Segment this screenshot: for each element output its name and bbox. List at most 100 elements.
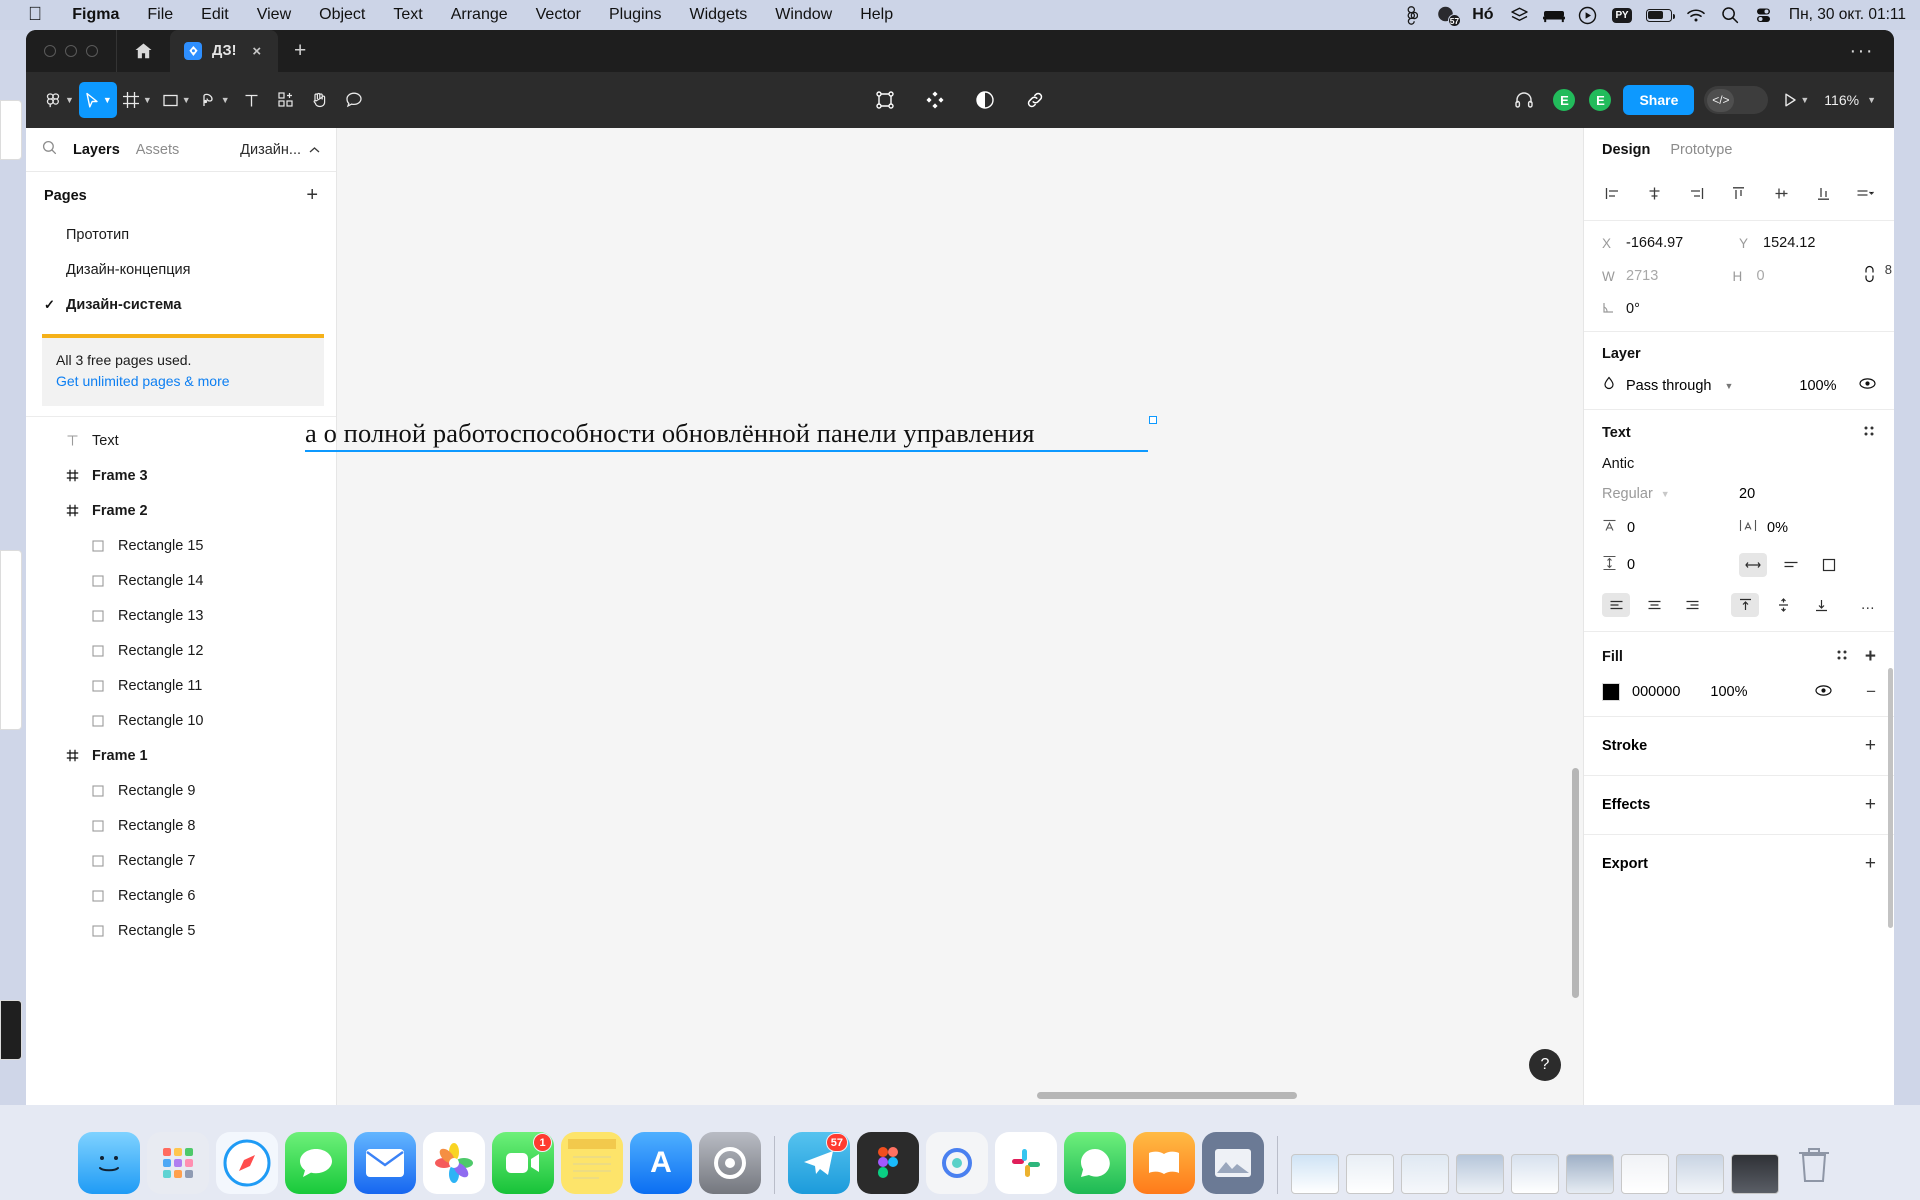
auto-height-icon[interactable] bbox=[1777, 553, 1805, 577]
align-left-icon[interactable] bbox=[1598, 180, 1626, 206]
right-panel-scrollbar[interactable] bbox=[1888, 668, 1893, 928]
fill-opacity-value[interactable]: 100% bbox=[1710, 684, 1747, 700]
layer-item-rectangle-6[interactable]: Rectangle 6 bbox=[26, 878, 336, 913]
page-item-prototype[interactable]: ✓ Прототип bbox=[26, 217, 336, 252]
close-tab-icon[interactable]: × bbox=[252, 43, 261, 60]
frame-tool-button[interactable]: ▼ bbox=[117, 82, 157, 118]
close-window-button[interactable] bbox=[44, 45, 56, 57]
y-field[interactable]: Y 1524.12 bbox=[1739, 235, 1876, 251]
fill-hex-value[interactable]: 000000 bbox=[1632, 684, 1680, 700]
align-vertical-center-icon[interactable] bbox=[1767, 180, 1795, 206]
tab-layers[interactable]: Layers bbox=[73, 142, 120, 158]
figma-main-menu-button[interactable]: ▼ bbox=[40, 82, 79, 118]
menu-help[interactable]: Help bbox=[846, 0, 907, 30]
dock-item-facetime[interactable]: 1 bbox=[492, 1132, 554, 1194]
dock-item-telegram[interactable]: 57 bbox=[788, 1132, 850, 1194]
dock-item-launchpad[interactable] bbox=[147, 1132, 209, 1194]
chevron-down-icon[interactable]: ▼ bbox=[143, 95, 152, 105]
layer-item-rectangle-5[interactable]: Rectangle 5 bbox=[26, 913, 336, 948]
file-tab[interactable]: ДЗ! × bbox=[170, 30, 278, 72]
letter-spacing-field[interactable]: 0 bbox=[1602, 518, 1739, 537]
components-icon[interactable] bbox=[918, 82, 952, 118]
fill-color-swatch[interactable] bbox=[1602, 683, 1620, 701]
menu-bar-clock[interactable]: Пн, 30 окт. 01:11 bbox=[1781, 6, 1906, 24]
menu-figma[interactable]: Figma bbox=[58, 0, 133, 30]
align-text-top-icon[interactable] bbox=[1731, 593, 1760, 617]
dock-item-whatsapp[interactable] bbox=[1064, 1132, 1126, 1194]
dock-item-slack[interactable] bbox=[995, 1132, 1057, 1194]
page-item-design-concept[interactable]: ✓ Дизайн-концепция bbox=[26, 252, 336, 287]
layer-item-rectangle-7[interactable]: Rectangle 7 bbox=[26, 843, 336, 878]
chevron-down-icon[interactable]: ▼ bbox=[221, 95, 230, 105]
dock-item-app-store[interactable]: A bbox=[630, 1132, 692, 1194]
align-horizontal-center-icon[interactable] bbox=[1640, 180, 1668, 206]
search-icon[interactable] bbox=[42, 140, 57, 159]
stacks-icon[interactable] bbox=[1503, 0, 1537, 30]
help-button[interactable]: ? bbox=[1529, 1049, 1561, 1081]
width-field[interactable]: W 2713 bbox=[1602, 268, 1733, 284]
notification-badge-icon[interactable]: 57 bbox=[1429, 0, 1463, 30]
minimized-window-2[interactable] bbox=[1346, 1154, 1394, 1194]
text-more-options-icon[interactable]: … bbox=[1861, 597, 1877, 613]
text-styles-icon[interactable] bbox=[1862, 424, 1876, 442]
battery-icon[interactable] bbox=[1639, 0, 1679, 30]
dock-item-preview[interactable] bbox=[1202, 1132, 1264, 1194]
layer-item-rectangle-14[interactable]: Rectangle 14 bbox=[26, 563, 336, 598]
home-tab-button[interactable] bbox=[116, 30, 170, 72]
link-icon[interactable] bbox=[1018, 82, 1052, 118]
align-right-icon[interactable] bbox=[1683, 180, 1711, 206]
x-field[interactable]: X -1664.97 bbox=[1602, 235, 1739, 251]
blend-mode-value[interactable]: Pass through bbox=[1626, 378, 1711, 394]
fill-visibility-icon[interactable] bbox=[1815, 684, 1832, 701]
add-fill-button[interactable]: + bbox=[1865, 646, 1876, 668]
design-canvas[interactable]: а о полной работоспособности обновлённой… bbox=[305, 128, 1583, 1105]
minimized-window-4[interactable] bbox=[1456, 1154, 1504, 1194]
contrast-icon[interactable] bbox=[968, 82, 1002, 118]
comment-tool-button[interactable] bbox=[337, 82, 371, 118]
distribute-menu-icon[interactable] bbox=[1852, 180, 1880, 206]
dock-item-figma[interactable] bbox=[857, 1132, 919, 1194]
chevron-down-icon[interactable]: ▼ bbox=[182, 95, 191, 105]
canvas-horizontal-scrollbar[interactable] bbox=[1037, 1092, 1297, 1099]
layer-item-rectangle-13[interactable]: Rectangle 13 bbox=[26, 598, 336, 633]
figma-status-icon[interactable] bbox=[1395, 0, 1429, 30]
line-height-field[interactable]: 0 bbox=[1602, 555, 1739, 575]
fill-styles-icon[interactable] bbox=[1835, 648, 1849, 666]
layer-opacity-value[interactable]: 100% bbox=[1799, 378, 1836, 394]
layer-item-rectangle-12[interactable]: Rectangle 12 bbox=[26, 633, 336, 668]
control-center-icon[interactable] bbox=[1747, 0, 1781, 30]
dock-item-system-settings[interactable] bbox=[699, 1132, 761, 1194]
resources-tool-button[interactable] bbox=[269, 82, 303, 118]
play-circle-icon[interactable] bbox=[1571, 0, 1605, 30]
headphones-icon[interactable] bbox=[1507, 82, 1541, 118]
add-effect-button[interactable]: + bbox=[1865, 794, 1876, 816]
py-chip-icon[interactable]: PY bbox=[1605, 0, 1639, 30]
align-bottom-icon[interactable] bbox=[1810, 180, 1838, 206]
dev-mode-toggle[interactable]: </> bbox=[1704, 86, 1769, 114]
chevron-down-icon[interactable]: ▼ bbox=[1724, 381, 1733, 391]
tab-prototype[interactable]: Prototype bbox=[1670, 142, 1732, 158]
canvas-vertical-scrollbar[interactable] bbox=[1572, 768, 1579, 998]
menu-widgets[interactable]: Widgets bbox=[675, 0, 761, 30]
text-align-right-icon[interactable] bbox=[1678, 593, 1706, 617]
tab-assets[interactable]: Assets bbox=[136, 142, 180, 158]
font-size-value[interactable]: 20 bbox=[1739, 486, 1755, 502]
maximize-window-button[interactable] bbox=[86, 45, 98, 57]
selection-handle[interactable] bbox=[1149, 416, 1157, 424]
dock-item-messages[interactable] bbox=[285, 1132, 347, 1194]
apple-menu-icon[interactable]:  bbox=[20, 0, 58, 30]
font-family-value[interactable]: Antic bbox=[1602, 456, 1876, 472]
window-more-menu-icon[interactable]: ··· bbox=[1830, 30, 1894, 72]
page-item-design-system[interactable]: ✓ Дизайн-система bbox=[26, 287, 336, 322]
align-text-bottom-icon[interactable] bbox=[1807, 593, 1835, 617]
menu-window[interactable]: Window bbox=[761, 0, 846, 30]
minimize-window-button[interactable] bbox=[65, 45, 77, 57]
layer-item-rectangle-9[interactable]: Rectangle 9 bbox=[26, 773, 336, 808]
layer-item-frame-3[interactable]: Frame 3 bbox=[26, 458, 336, 493]
text-align-left-icon[interactable] bbox=[1602, 593, 1630, 617]
menu-vector[interactable]: Vector bbox=[522, 0, 595, 30]
auto-width-icon[interactable] bbox=[1739, 553, 1767, 577]
chevron-down-icon[interactable]: ▼ bbox=[1800, 95, 1809, 105]
remove-fill-button[interactable]: − bbox=[1866, 682, 1876, 702]
vector-edit-icon[interactable] bbox=[868, 82, 902, 118]
